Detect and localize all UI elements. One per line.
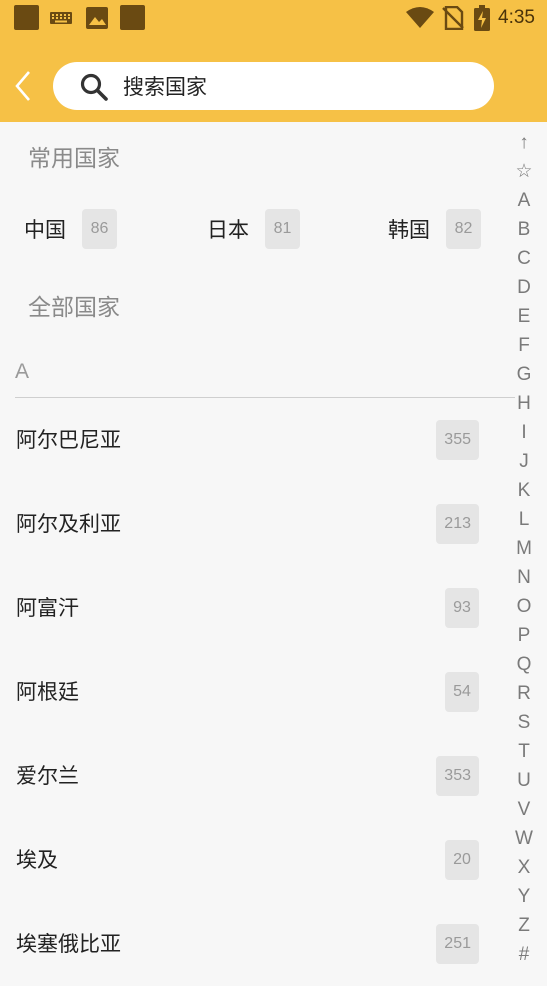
index-letter[interactable]: C (510, 244, 538, 273)
common-countries-title: 常用国家 (28, 146, 120, 172)
country-row[interactable]: 阿尔巴尼亚 355 (0, 398, 500, 482)
index-letter[interactable]: # (510, 940, 538, 969)
index-letter[interactable]: T (510, 737, 538, 766)
index-letter[interactable]: R (510, 679, 538, 708)
index-letter[interactable]: V (510, 795, 538, 824)
country-count: 213 (436, 504, 479, 544)
group-header-letter: A (15, 360, 30, 383)
country-row[interactable]: 阿根廷 54 (0, 650, 500, 734)
country-row[interactable]: 阿富汗 93 (0, 566, 500, 650)
country-name: 爱尔兰 (16, 764, 79, 788)
status-bar: 4:35 (0, 0, 547, 36)
battery-charging-icon (474, 5, 491, 31)
country-row[interactable]: 埃塞俄比亚 251 (0, 902, 500, 986)
index-letter[interactable]: H (510, 389, 538, 418)
index-letter[interactable]: N (510, 563, 538, 592)
country-name: 阿根廷 (16, 680, 79, 704)
index-letter[interactable]: S (510, 708, 538, 737)
country-list: 阿尔巴尼亚 355 阿尔及利亚 213 阿富汗 93 阿根廷 54 爱尔兰 35… (0, 398, 500, 986)
index-letter[interactable]: O (510, 592, 538, 621)
index-letter[interactable]: ☆ (510, 157, 538, 186)
index-letter[interactable]: X (510, 853, 538, 882)
common-country-count: 81 (265, 209, 300, 249)
index-letter[interactable]: M (510, 534, 538, 563)
index-letter[interactable]: W (510, 824, 538, 853)
wifi-icon (406, 7, 435, 28)
index-letter[interactable]: B (510, 215, 538, 244)
country-name: 阿富汗 (16, 596, 79, 620)
common-country-count: 82 (446, 209, 481, 249)
index-letter[interactable]: E (510, 302, 538, 331)
index-letter[interactable]: F (510, 331, 538, 360)
country-row[interactable]: 阿尔及利亚 213 (0, 482, 500, 566)
common-country-korea[interactable]: 韩国 82 (388, 208, 481, 250)
no-sim-icon (442, 6, 464, 30)
country-row[interactable]: 爱尔兰 353 (0, 734, 500, 818)
common-country-japan[interactable]: 日本 81 (207, 208, 300, 250)
search-input[interactable] (121, 68, 475, 106)
country-name: 阿尔巴尼亚 (16, 428, 121, 452)
back-button[interactable] (10, 68, 38, 104)
index-letter[interactable]: ↑ (510, 128, 538, 157)
index-letter[interactable]: D (510, 273, 538, 302)
index-letter[interactable]: J (510, 447, 538, 476)
common-country-china[interactable]: 中国 86 (24, 208, 117, 250)
country-count: 355 (436, 420, 479, 460)
country-name: 埃及 (16, 848, 58, 872)
image-icon (86, 6, 108, 29)
country-count: 93 (445, 588, 479, 628)
index-letter[interactable]: G (510, 360, 538, 389)
index-letter[interactable]: P (510, 621, 538, 650)
country-row[interactable]: 埃及 20 (0, 818, 500, 902)
index-letter[interactable]: Q (510, 650, 538, 679)
status-time: 4:35 (498, 7, 535, 28)
index-letter[interactable]: I (510, 418, 538, 447)
chevron-left-icon (15, 71, 30, 101)
index-letter[interactable]: Y (510, 882, 538, 911)
keyboard-icon (50, 11, 72, 24)
index-letter[interactable]: K (510, 476, 538, 505)
country-count: 20 (445, 840, 479, 880)
index-letter[interactable]: Z (510, 911, 538, 940)
all-countries-title: 全部国家 (28, 295, 120, 321)
search-box[interactable] (53, 62, 494, 110)
common-country-name: 中国 (24, 218, 66, 242)
country-name: 埃塞俄比亚 (16, 932, 121, 956)
common-country-count: 86 (82, 209, 117, 249)
index-letter[interactable]: A (510, 186, 538, 215)
country-count: 251 (436, 924, 479, 964)
notification-app-icon (120, 5, 145, 30)
country-name: 阿尔及利亚 (16, 512, 121, 536)
common-country-name: 韩国 (388, 218, 430, 242)
country-count: 54 (445, 672, 479, 712)
app-header: 4:35 (0, 0, 547, 122)
search-icon (80, 73, 108, 101)
index-letter[interactable]: U (510, 766, 538, 795)
alphabet-index-bar[interactable]: ↑ ☆ A B C D E F G H I J K L M N O P Q R S T U V W X Y Z # (510, 128, 538, 969)
country-count: 353 (436, 756, 479, 796)
index-letter[interactable]: L (510, 505, 538, 534)
common-country-name: 日本 (207, 218, 249, 242)
notification-app-icon (14, 5, 39, 30)
